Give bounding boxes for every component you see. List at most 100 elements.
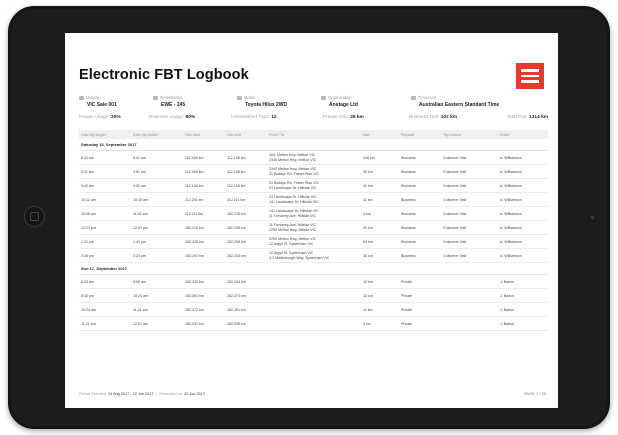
table-row[interactable]: 8:30 am 8:50 am 182,333 km 182,343 km 10 km P… xyxy=(79,274,548,289)
table-row[interactable]: 11:21 am 12:01 am 182,032 km 182,035 km 3 km… xyxy=(79,316,548,331)
date-group-row: Sun 17, September 2017 xyxy=(79,262,548,275)
cell-odo-end: 182,373 km xyxy=(225,288,267,303)
cell-odo-end: 182,298 km xyxy=(225,234,267,249)
cell-odo-start: 182,215 km xyxy=(183,220,225,235)
home-button[interactable] xyxy=(24,206,45,227)
cell-start-time: 8:21 am xyxy=(79,150,131,165)
cell-distance: 30 km xyxy=(361,248,399,263)
cell-from-to: 141 Landscape Dr, Hillside VIC 11 Tomorre… xyxy=(267,206,361,221)
stat-business-dist: Business Dist: 102 km xyxy=(409,115,458,120)
cell-purpose: Private xyxy=(399,316,441,331)
stat-unclassified-trips: Unclassified Trips: 12 xyxy=(231,115,277,120)
info-timezone: Timezone Australian Eastern Standard Tim… xyxy=(411,95,551,108)
cell-end-time: 12:41 pm xyxy=(131,220,183,235)
cell-trip-reason xyxy=(441,302,498,317)
cell-from-to: 183, Melton Hwy, Melton VIC 2345 Melton H… xyxy=(267,150,361,165)
cell-start-time: 10:24 am xyxy=(79,302,131,317)
cell-from-to: 31 Boadys Rd, Fraser Rise VIC 23 Landscap… xyxy=(267,178,361,193)
cell-from-to xyxy=(267,302,361,317)
info-value: Toyota Hilux 2WD xyxy=(245,101,288,108)
trip-to: 2345 Melton Hwy, Melton VIC xyxy=(269,157,317,162)
column-header: Date trip ended xyxy=(131,130,183,139)
cell-trip-reason xyxy=(441,316,498,331)
info-model: Model Toyota Hilux 2WD xyxy=(237,95,322,108)
table-row[interactable]: 2:28 pm 3:24 pm 182,203 km 182,233 km 12 Arg… xyxy=(79,248,548,263)
cell-odo-end: 182,235 km xyxy=(225,220,267,235)
cell-start-time: 8:30 am xyxy=(79,274,131,289)
cell-distance: 108 km xyxy=(361,150,399,165)
cell-odo-start: 112,211 km xyxy=(183,206,225,221)
cell-distance: 20 km xyxy=(361,220,399,235)
table-row[interactable]: 12:21 pm 12:41 pm 182,215 km 182,235 km 11 T… xyxy=(79,220,548,235)
cell-purpose: Private xyxy=(399,274,441,289)
gear-icon xyxy=(237,95,242,100)
cell-start-time: 8:30 pm xyxy=(79,288,131,303)
period-label: Period Selected: xyxy=(79,392,107,396)
table-row[interactable]: 10:48 am 11:02 am 112,211 km 182,215 km 141 … xyxy=(79,206,548,221)
car-icon xyxy=(79,95,84,100)
cell-odo-start: 182,371 km xyxy=(183,302,225,317)
logbook-document: Electronic FBT Logbook Vehicle VIC Sale … xyxy=(65,33,558,408)
cell-driver: A. Williamson xyxy=(498,192,548,207)
info-vehicle: Vehicle VIC Sale 001 xyxy=(79,95,164,108)
stat-business-usage: Business usage: 80% xyxy=(149,115,196,120)
column-header: Odo start xyxy=(183,130,225,139)
cell-purpose: Business xyxy=(399,234,441,249)
cell-driver: A. Williamson xyxy=(498,220,548,235)
stat-private-dist: Private Dist: 25 km xyxy=(323,115,364,120)
cell-trip-reason: Customer Visit xyxy=(441,150,498,165)
cell-end-time: 10:24 am xyxy=(131,288,183,303)
building-icon xyxy=(321,95,326,100)
info-value: Anstage Ltd xyxy=(329,101,358,108)
cell-from-to: 23 Landscape Dr, Hillside VIC 141 Landsca… xyxy=(267,192,361,207)
cell-purpose: Business xyxy=(399,248,441,263)
cell-purpose: Private xyxy=(399,302,441,317)
trip-to: 12 Argyll St, Sydenham VIC xyxy=(269,241,314,246)
table-header: Date trip began Date trip ended Odo start O… xyxy=(79,130,548,139)
cell-odo-start: 182,032 km xyxy=(183,316,225,331)
table-row[interactable]: 10:12 am 10:15 am 112,200 km 112,211 km 23 L… xyxy=(79,192,548,207)
cell-start-time: 1:21 pm xyxy=(79,234,131,249)
cell-odo-start: 182,235 km xyxy=(183,234,225,249)
cell-odo-end: 182,343 km xyxy=(225,274,267,289)
table-row[interactable]: 9:42 am 9:52 am 112,108 km 112,158 km 31 Boa… xyxy=(79,178,548,193)
cell-driver: A. Williamson xyxy=(498,164,548,179)
cell-odo-end: 112,158 km xyxy=(225,178,267,193)
cell-driver: A. Williamson xyxy=(498,150,548,165)
cell-trip-reason: Customer Visit xyxy=(441,206,498,221)
column-header: Odo end xyxy=(225,130,267,139)
vehicle-info: Vehicle VIC Sale 001 Registration EWE - … xyxy=(79,95,548,111)
cell-distance: 4 km xyxy=(361,206,399,221)
table-row[interactable]: 9:11 am 9:51 am 112,069 km 112,108 km 2345 M… xyxy=(79,164,548,179)
column-header: Dist. xyxy=(361,130,399,139)
page-indicator: PAGE 1 / 20 xyxy=(524,391,546,396)
cell-driver: A. Williamson xyxy=(498,178,548,193)
cell-trip-reason xyxy=(441,288,498,303)
info-label: Vehicle xyxy=(86,95,100,100)
table-row[interactable]: 8:30 pm 10:24 am 182,363 km 182,373 km 10 km… xyxy=(79,288,548,303)
cell-start-time: 11:21 am xyxy=(79,316,131,331)
cell-start-time: 9:42 am xyxy=(79,178,131,193)
stat-total-dist: Total Dist: 1314 km xyxy=(506,115,548,120)
cell-end-time: 11:21 am xyxy=(131,302,183,317)
cell-driver: A. Williamson xyxy=(498,234,548,249)
trip-to: 4-2 Marlborough Way, Sydenham VIC xyxy=(269,255,330,260)
cell-odo-end: 182,035 km xyxy=(225,316,267,331)
info-value: Australian Eastern Standard Time xyxy=(419,101,500,108)
table-row[interactable]: 10:24 am 11:21 am 182,371 km 182,391 km 11 k… xyxy=(79,302,548,317)
cell-end-time: 1:41 pm xyxy=(131,234,183,249)
cell-from-to xyxy=(267,274,361,289)
cell-from-to: 2345 Melton Hwy, Melton VIC 31 Boadys Rd,… xyxy=(267,164,361,179)
column-header: From / To xyxy=(267,130,361,139)
cell-end-time: 3:24 pm xyxy=(131,248,183,263)
cell-end-time: 12:01 am xyxy=(131,316,183,331)
trip-log-table: Date trip began Date trip ended Odo start O… xyxy=(79,130,548,331)
cell-driver: J. Barton xyxy=(498,302,548,317)
table-row[interactable]: 1:21 pm 1:41 pm 182,235 km 182,298 km 2290 M… xyxy=(79,234,548,249)
cell-from-to xyxy=(267,288,361,303)
cell-odo-end: 182,233 km xyxy=(225,248,267,263)
cell-odo-end: 112,108 km xyxy=(225,150,267,165)
date-group-row: Saturday 16, September 2017 xyxy=(79,139,548,151)
cell-distance: 63 km xyxy=(361,234,399,249)
table-row[interactable]: 8:21 am 8:41 am 112,009 km 112,108 km 183, M… xyxy=(79,150,548,165)
